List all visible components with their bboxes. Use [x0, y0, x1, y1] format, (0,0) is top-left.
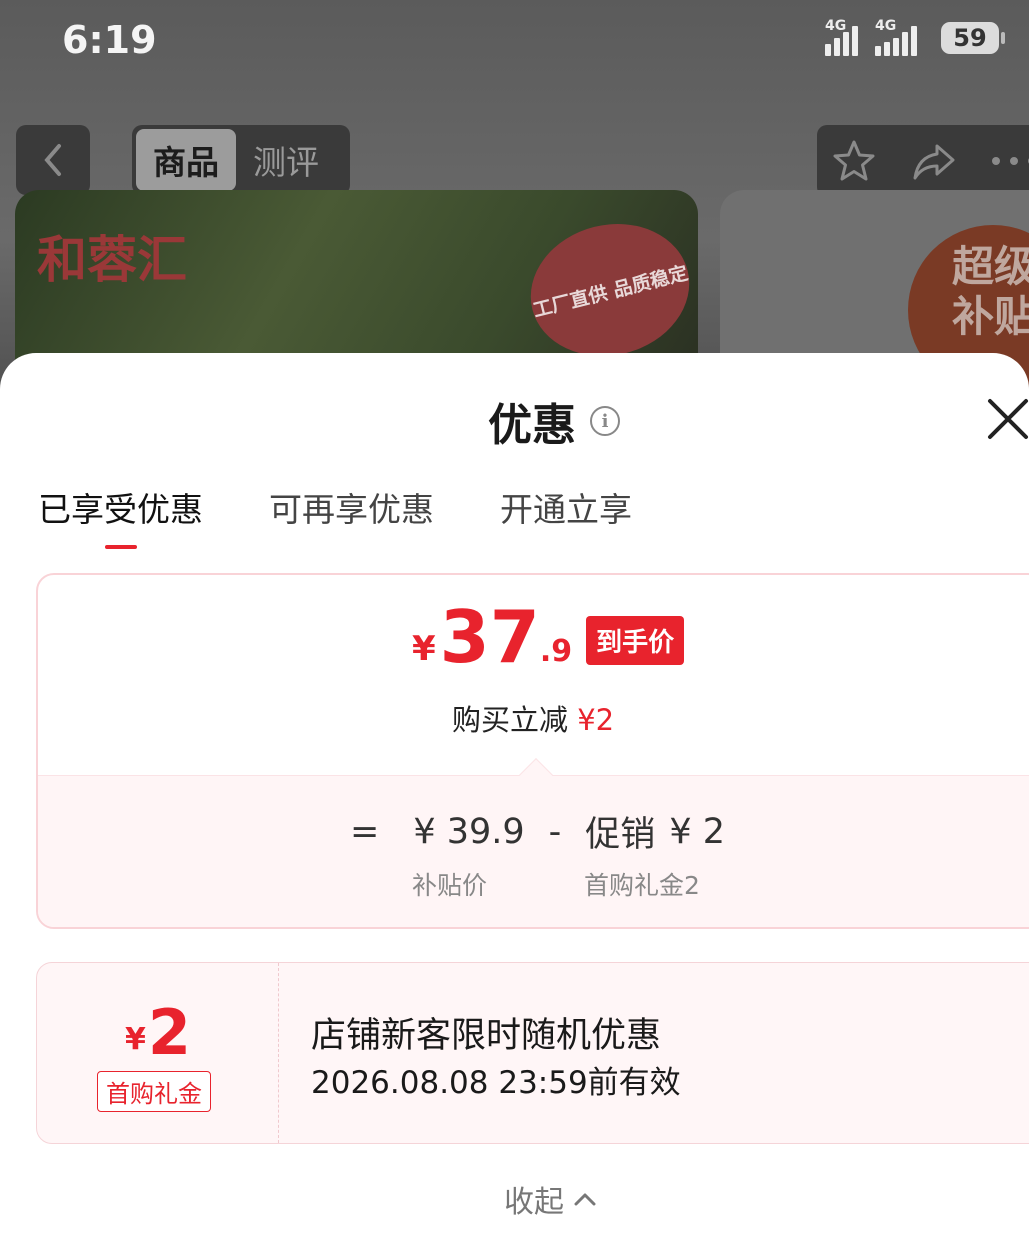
final-price: ¥ 37 .9 到手价 — [412, 595, 685, 679]
coupon-card: ¥ 2 首购礼金 店铺新客限时随机优惠 2026.08.08 23:59前有效 — [36, 962, 1029, 1144]
coupon-value: 2 — [147, 996, 192, 1069]
signal-icon: 4G — [825, 18, 865, 56]
promo-amount: ¥ 2 — [669, 811, 725, 852]
price-formula: = ¥ 39.9 - 促销 ¥ 2 — [350, 806, 725, 857]
nav-tabs: 商品 测评 — [132, 125, 350, 195]
discount-tabs: 已享受优惠 可再享优惠 开通立享 — [38, 483, 632, 549]
status-bar: 6:19 4G 4G 59 — [0, 0, 1029, 90]
sheet-title: 优惠 — [488, 400, 576, 451]
tab-goods[interactable]: 商品 — [136, 129, 236, 191]
sheet-header: 优惠 i — [488, 389, 620, 453]
subsidy-price: ¥ 39.9 — [413, 811, 525, 852]
price-summary: ¥ 37 .9 到手价 购买立减 ¥2 — [38, 575, 1029, 775]
subsidy-price-label: 补贴价 — [412, 871, 488, 900]
minus-sign: - — [548, 811, 562, 852]
nav-actions — [817, 125, 1029, 197]
signal-icon-2: 4G — [875, 18, 931, 56]
final-price-card: ¥ 37 .9 到手价 购买立减 ¥2 = ¥ 39.9 - 促销 ¥ 2 补贴… — [36, 573, 1029, 929]
coupon-currency: ¥ — [125, 1022, 146, 1057]
tab-enjoyed[interactable]: 已享受优惠 — [38, 483, 203, 549]
tab-reviews[interactable]: 测评 — [236, 129, 336, 191]
equals-sign: = — [350, 811, 380, 852]
price-integer: 37 — [439, 595, 540, 679]
more-icon[interactable] — [991, 155, 1029, 167]
brand-logo: 和蓉汇 — [37, 230, 187, 289]
battery-level: 59 — [953, 24, 987, 52]
coupon-title: 店铺新客限时随机优惠 — [311, 1016, 662, 1056]
tab-activate[interactable]: 开通立享 — [500, 483, 632, 549]
promo-source-label: 首购礼金2 — [584, 871, 700, 900]
network-label: 4G — [825, 18, 847, 34]
coupon-validity: 2026.08.08 23:59前有效 — [311, 1065, 681, 1101]
coupon-tag: 首购礼金 — [97, 1071, 211, 1112]
currency-symbol: ¥ — [412, 629, 436, 669]
info-icon[interactable]: i — [590, 406, 620, 436]
coupon-amount: ¥ 2 — [125, 1001, 191, 1065]
instant-discount-label: 购买立减 — [452, 703, 569, 737]
quality-badge: 工厂直供 品质稳定 — [516, 207, 698, 373]
promo-label: 促销 — [585, 815, 656, 855]
close-icon[interactable] — [984, 395, 1029, 443]
chevron-up-icon — [574, 1193, 596, 1206]
tab-more-available[interactable]: 可再享优惠 — [269, 483, 434, 549]
back-button[interactable] — [16, 125, 90, 195]
collapse-button[interactable]: 收起 — [504, 1177, 596, 1221]
network-label-2: 4G — [875, 18, 897, 34]
price-breakdown: = ¥ 39.9 - 促销 ¥ 2 补贴价 首购礼金2 — [38, 775, 1029, 927]
final-price-badge: 到手价 — [586, 616, 685, 665]
chevron-left-icon — [44, 144, 61, 176]
side-banner-text: 超级补贴 — [952, 242, 1029, 341]
discount-sheet: 优惠 i 已享受优惠 可再享优惠 开通立享 ¥ 37 .9 到手价 购买立减 ¥… — [0, 353, 1029, 1254]
status-icons: 4G 4G 59 — [825, 18, 1005, 56]
instant-discount: 购买立减 ¥2 — [452, 697, 614, 739]
instant-discount-amount: ¥2 — [577, 703, 615, 737]
coupon-value-section: ¥ 2 首购礼金 — [37, 963, 279, 1143]
status-time: 6:19 — [62, 18, 157, 62]
collapse-label: 收起 — [504, 1185, 564, 1220]
star-icon[interactable] — [831, 138, 877, 184]
share-icon[interactable] — [911, 138, 957, 184]
price-decimal: .9 — [539, 634, 573, 669]
battery-icon: 59 — [941, 22, 1005, 54]
